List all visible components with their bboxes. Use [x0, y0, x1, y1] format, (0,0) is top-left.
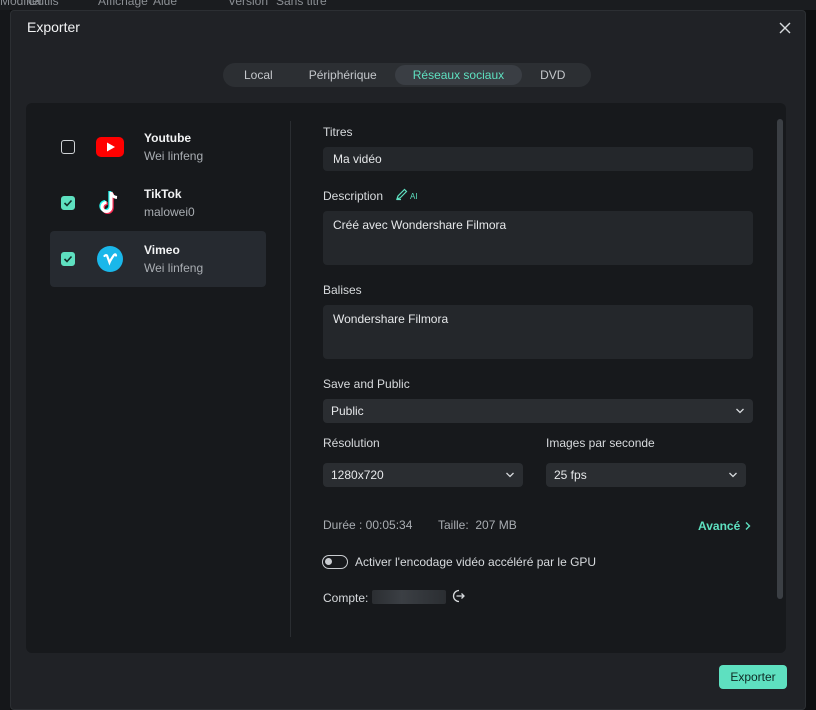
account-user: Wei linfeng — [144, 149, 204, 163]
ai-badge: AI — [410, 191, 418, 201]
pencil-ai-icon — [396, 188, 408, 201]
account-platform: TikTok — [144, 187, 182, 201]
fps-value: 25 fps — [554, 468, 587, 482]
vimeo-checkbox[interactable] — [61, 252, 75, 266]
export-button[interactable]: Exporter — [719, 665, 787, 689]
account-platform: Vimeo — [144, 243, 180, 257]
close-button[interactable] — [773, 17, 797, 39]
youtube-checkbox[interactable] — [61, 140, 75, 154]
close-icon — [779, 22, 791, 34]
chevron-down-icon — [506, 472, 514, 478]
resolution-select[interactable]: 1280x720 — [323, 463, 523, 487]
ai-description-button[interactable]: AI — [395, 187, 418, 201]
title-label: Titres — [323, 125, 353, 139]
checkmark-icon — [63, 199, 73, 207]
logout-button[interactable] — [450, 588, 466, 609]
redacted-account-name — [372, 590, 446, 604]
account-platform: Youtube — [144, 131, 192, 145]
gpu-label: Activer l'encodage vidéo accéléré par le… — [355, 555, 597, 569]
advanced-label: Avancé — [698, 519, 741, 533]
tab-peripherique[interactable]: Périphérique — [291, 65, 395, 85]
advanced-button[interactable]: Avancé — [698, 519, 752, 533]
account-vimeo[interactable]: Vimeo Wei linfeng — [50, 231, 266, 287]
export-dialog: Exporter Local Périphérique Réseaux soci… — [10, 10, 806, 710]
tiktok-checkbox[interactable] — [61, 196, 75, 210]
bg-menu-item: Version — [228, 0, 269, 8]
vimeo-icon — [96, 245, 124, 273]
export-tabs: Local Périphérique Réseaux sociaux DVD — [223, 63, 591, 87]
resolution-value: 1280x720 — [331, 468, 384, 482]
tab-local[interactable]: Local — [226, 65, 291, 85]
privacy-value: Public — [331, 404, 364, 418]
social-export-panel: Youtube Wei linfeng TikTok malowei0 Vime… — [26, 103, 786, 653]
background-menubar: Modifier Outils Affichage Aide Version S… — [0, 0, 816, 10]
panel-divider — [290, 121, 291, 637]
duration-text: Durée : 00:05:34 — [323, 518, 413, 532]
account-user: Wei linfeng — [144, 261, 204, 275]
resolution-label: Résolution — [323, 436, 380, 450]
privacy-label: Save and Public — [323, 377, 410, 391]
title-input[interactable]: Ma vidéo — [323, 147, 753, 171]
background-left-strip — [0, 10, 10, 710]
chevron-down-icon — [736, 408, 744, 414]
account-tiktok[interactable]: TikTok malowei0 — [50, 175, 266, 231]
fps-label: Images par seconde — [546, 436, 655, 450]
chevron-down-icon — [729, 472, 737, 478]
dialog-title: Exporter — [27, 19, 80, 35]
account-label: Compte: — [323, 591, 369, 605]
bg-menu-item: Outils — [28, 0, 59, 8]
bg-menu-item: Sans titre — [276, 0, 327, 8]
youtube-icon — [96, 133, 124, 161]
privacy-select[interactable]: Public — [323, 399, 753, 423]
form-scrollbar[interactable] — [777, 119, 783, 599]
description-label: Description — [323, 189, 384, 203]
account-youtube[interactable]: Youtube Wei linfeng — [50, 119, 266, 175]
checkmark-icon — [63, 255, 73, 263]
gpu-toggle[interactable] — [322, 555, 348, 569]
tab-reseaux-sociaux[interactable]: Réseaux sociaux — [394, 65, 523, 85]
account-user: malowei0 — [144, 205, 195, 219]
tab-dvd[interactable]: DVD — [522, 65, 583, 85]
tiktok-icon — [96, 189, 124, 217]
tags-textarea[interactable]: Wondershare Filmora — [323, 305, 753, 359]
fps-select[interactable]: 25 fps — [546, 463, 746, 487]
size-text: Taille: 207 MB — [438, 518, 517, 532]
toggle-knob — [325, 558, 332, 565]
logout-icon — [452, 589, 465, 603]
tags-label: Balises — [323, 283, 362, 297]
bg-menu-item: Aide — [153, 0, 178, 8]
bg-menu-item: Affichage — [98, 0, 148, 8]
description-textarea[interactable]: Créé avec Wondershare Filmora — [323, 211, 753, 265]
chevron-right-icon — [745, 522, 751, 530]
